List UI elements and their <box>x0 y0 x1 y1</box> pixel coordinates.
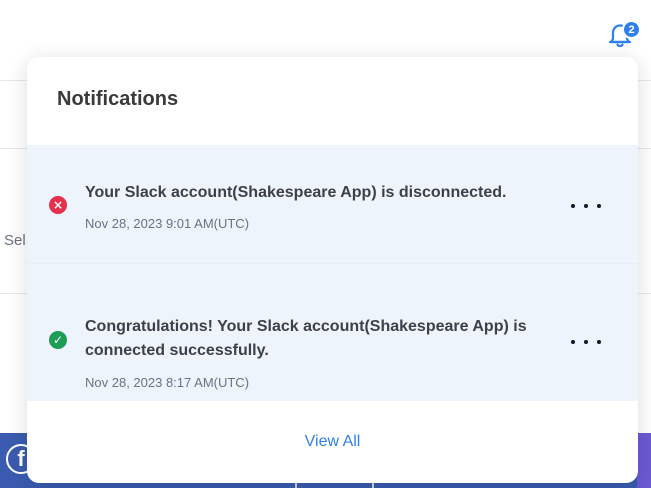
notification-count-badge: 2 <box>622 20 641 39</box>
notification-item[interactable]: ✓ Congratulations! Your Slack account(Sh… <box>27 263 638 401</box>
background-text: Sel <box>4 232 26 249</box>
notification-message: Congratulations! Your Slack account(Shak… <box>85 318 527 359</box>
social-segment <box>637 433 651 488</box>
dot <box>584 340 588 344</box>
success-check-icon: ✓ <box>49 331 67 349</box>
notification-timestamp: Nov 28, 2023 8:17 AM(UTC) <box>85 375 250 390</box>
notifications-panel: Notifications × Your Slack account(Shake… <box>27 57 638 483</box>
error-x-icon: × <box>49 196 67 214</box>
notification-timestamp: Nov 28, 2023 9:01 AM(UTC) <box>85 216 250 231</box>
more-options-button[interactable] <box>571 196 601 216</box>
dot <box>597 340 601 344</box>
more-options-button[interactable] <box>571 332 601 352</box>
dot <box>597 204 601 208</box>
panel-title: Notifications <box>57 88 179 110</box>
notification-message: Your Slack account(Shakespeare App) is d… <box>85 184 507 201</box>
view-all-link[interactable]: View All <box>27 433 638 451</box>
dot <box>584 204 588 208</box>
dot <box>571 340 575 344</box>
dot <box>571 204 575 208</box>
notification-list: × Your Slack account(Shakespeare App) is… <box>27 145 638 401</box>
notification-item[interactable]: × Your Slack account(Shakespeare App) is… <box>27 145 638 263</box>
